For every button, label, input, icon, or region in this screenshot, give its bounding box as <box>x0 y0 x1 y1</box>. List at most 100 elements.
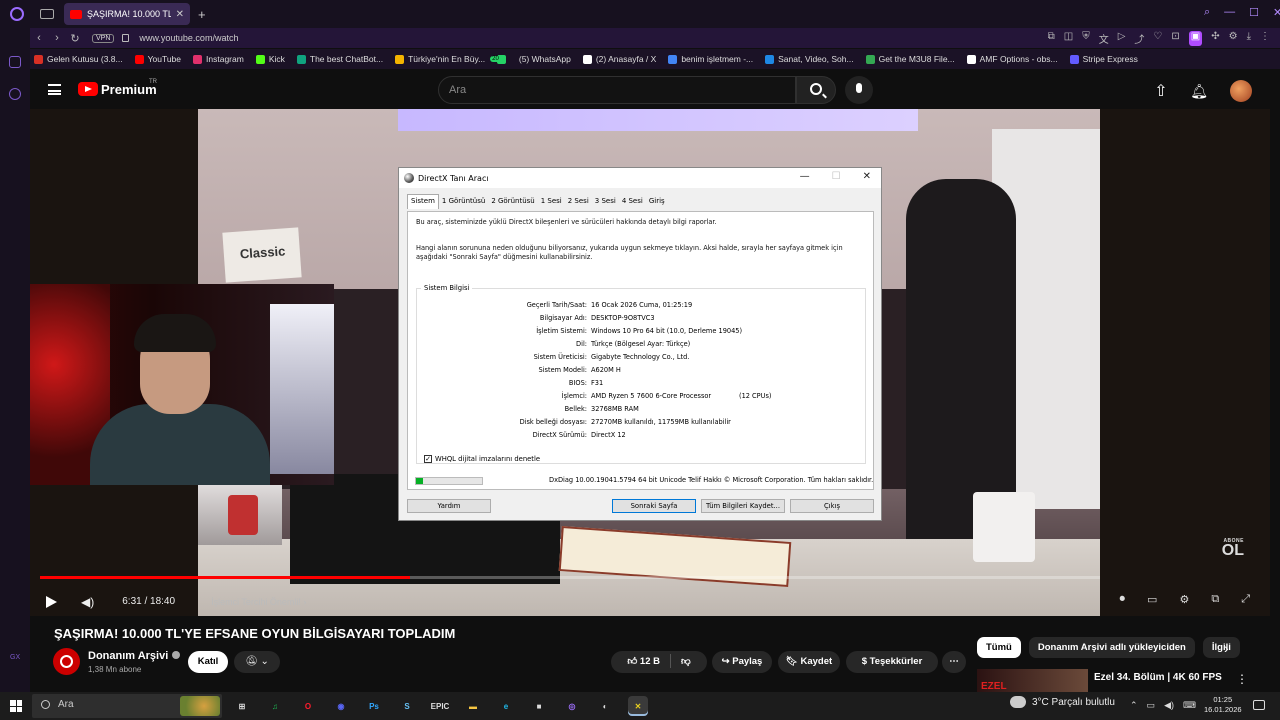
vpn-badge[interactable]: VPN <box>92 33 115 43</box>
bookmark-item[interactable]: Stripe Express <box>1069 54 1138 64</box>
bookmark-item[interactable]: Türkiye'nin En Büy... <box>395 54 485 64</box>
snapshot-icon[interactable]: ◫ <box>1064 31 1073 46</box>
voice-search-button[interactable] <box>845 76 873 104</box>
save-button[interactable]: 🔖︎ Kaydet <box>778 651 840 673</box>
steam-icon[interactable]: S <box>397 696 417 716</box>
notification-center-icon[interactable] <box>1253 700 1265 710</box>
checkbox-icon[interactable]: ✓ <box>424 455 432 463</box>
menu-icon[interactable]: ⋮ <box>1260 31 1270 46</box>
search-button[interactable] <box>796 76 836 104</box>
easy-setup-icon[interactable]: ⚙ <box>1229 31 1238 46</box>
heart-icon[interactable]: ♡ <box>1153 31 1162 46</box>
tab-island-icon[interactable] <box>40 9 54 19</box>
adblock-shield-icon[interactable]: ⛨ <box>1082 31 1090 46</box>
dx-tab[interactable]: 2 Sesi <box>565 195 592 210</box>
lock-icon[interactable] <box>122 34 130 42</box>
bookmark-item[interactable]: The best ChatBot... <box>296 54 383 64</box>
chips-next-icon[interactable]: › <box>1224 640 1229 656</box>
bookmark-item[interactable]: Kick <box>255 54 285 64</box>
search-tabs-icon[interactable]: ⌕ <box>1204 6 1210 19</box>
help-button[interactable]: Yardım <box>407 499 491 513</box>
more-actions-button[interactable]: ⋯ <box>942 651 966 673</box>
dx-tab[interactable]: 4 Sesi <box>619 195 646 210</box>
network-icon[interactable]: ▭ <box>1147 700 1156 711</box>
bookmark-item[interactable]: 20 (5) WhatsApp <box>490 54 571 64</box>
dxdiag-icon[interactable]: ✕ <box>628 696 648 716</box>
settings-icon[interactable]: ⚙ <box>1179 593 1189 606</box>
filter-chip[interactable]: Tümü <box>977 637 1021 658</box>
bookmark-item[interactable]: Gelen Kutusu (3.8... <box>34 54 123 64</box>
bookmark-item[interactable]: AMF Options - obs... <box>966 54 1058 64</box>
task-view-icon[interactable]: ⊞ <box>232 696 252 716</box>
save-all-button[interactable]: Tüm Bilgileri Kaydet... <box>701 499 785 513</box>
progress-bar[interactable] <box>40 576 1100 579</box>
dislike-icon[interactable]: 👎︎ <box>681 656 691 667</box>
tray-overflow-icon[interactable]: ⌃ <box>1130 700 1138 711</box>
bookmark-item[interactable]: benim işletmem -... <box>668 54 753 64</box>
recommended-more-icon[interactable]: ⋮ <box>1236 672 1248 686</box>
dx-tab[interactable]: 1 Görüntüsü <box>439 195 488 210</box>
extensions-icon[interactable]: ✣ <box>1211 31 1219 46</box>
chapter-title[interactable]: İşlemci Tercihi Önemli! › <box>211 597 306 607</box>
bookmarks-panel-icon[interactable]: ⊡ <box>1171 31 1179 46</box>
close-tab-icon[interactable]: ✕ <box>176 9 184 20</box>
epic-icon[interactable]: EPIC <box>430 696 450 716</box>
spotify-icon[interactable]: ♫ <box>265 696 285 716</box>
obs-icon[interactable]: ◎ <box>562 696 582 716</box>
edge-icon[interactable]: e <box>496 696 516 716</box>
autoplay-toggle-icon[interactable]: ⏺ <box>1120 593 1126 606</box>
volume-tray-icon[interactable]: ◀) <box>1164 700 1174 711</box>
fullscreen-icon[interactable]: ⤢ <box>1241 593 1250 606</box>
folder-icon[interactable]: ▬ <box>463 696 483 716</box>
channel-name-text[interactable]: Donanım Arşivi <box>88 650 168 662</box>
subscription-notif-button[interactable]: 🔕︎ ⌄ <box>234 651 280 673</box>
minimize-icon[interactable]: — <box>1224 6 1235 19</box>
whql-checkbox[interactable]: ✓ WHQL dijital imzalarını denetle <box>424 455 540 463</box>
maximize-icon[interactable]: ☐ <box>1249 6 1259 19</box>
next-page-button[interactable]: Sonraki Sayfa <box>612 499 696 513</box>
language-icon[interactable]: ⌨ <box>1183 700 1196 711</box>
volume-icon[interactable]: ◀) <box>81 595 94 609</box>
dx-minimize-icon[interactable]: — <box>800 171 810 182</box>
sidebar-home-icon[interactable] <box>9 56 21 68</box>
channel-name[interactable]: Donanım Arşivi <box>88 650 181 662</box>
notifications-icon[interactable]: 🔔︎ <box>1190 83 1208 100</box>
download-icon[interactable]: ⤓ <box>1247 31 1251 46</box>
new-tab-icon[interactable]: + <box>198 7 206 22</box>
like-button[interactable]: 👍︎ 12 B <box>627 656 660 667</box>
channel-avatar[interactable] <box>53 648 80 675</box>
bookmark-page-icon[interactable]: ⧉ <box>1048 31 1055 46</box>
recommended-thumbnail[interactable] <box>977 669 1088 693</box>
player-icon[interactable]: ▷ <box>1118 31 1126 46</box>
dx-close-icon[interactable]: ✕ <box>863 171 871 182</box>
join-button[interactable]: Katıl <box>188 651 228 673</box>
dx-tab[interactable]: 2 Görüntüsü <box>488 195 537 210</box>
dx-tab[interactable]: Sistem <box>407 194 439 209</box>
dx-tab[interactable]: 3 Sesi <box>592 195 619 210</box>
subscribe-watermark[interactable]: ABONE OL <box>1222 539 1244 558</box>
create-icon[interactable] <box>1154 81 1168 101</box>
photoshop-icon[interactable]: Ps <box>364 696 384 716</box>
subtitles-icon[interactable]: ▭ <box>1147 593 1157 606</box>
dxdiag-titlebar[interactable]: DirectX Tanı Aracı — ☐ ✕ <box>399 168 881 188</box>
extension-icon[interactable]: ▣ <box>1188 31 1203 46</box>
opera-icon[interactable]: O <box>298 696 318 716</box>
gpu-icon[interactable]: ◐ <box>595 696 615 716</box>
dx-tab[interactable]: Giriş <box>646 195 668 210</box>
bookmark-item[interactable]: YouTube <box>134 54 181 64</box>
discord-icon[interactable]: ◉ <box>331 696 351 716</box>
bookmark-item[interactable]: Get the M3U8 File... <box>865 54 955 64</box>
bookmark-item[interactable]: Instagram <box>193 54 244 64</box>
gx-label[interactable]: GX <box>10 654 20 661</box>
forward-icon[interactable]: › <box>48 32 66 44</box>
store-icon[interactable]: ■ <box>529 696 549 716</box>
taskbar-search[interactable]: Ara <box>32 694 222 718</box>
close-window-icon[interactable]: ✕ <box>1273 6 1280 19</box>
guide-menu-icon[interactable] <box>48 84 61 95</box>
avatar[interactable] <box>1230 80 1252 102</box>
reload-icon[interactable]: ↻ <box>66 32 84 45</box>
play-icon[interactable] <box>46 595 57 608</box>
search-input[interactable]: Ara <box>438 76 796 104</box>
back-icon[interactable]: ‹ <box>30 32 48 44</box>
opera-menu-icon[interactable] <box>10 7 24 21</box>
